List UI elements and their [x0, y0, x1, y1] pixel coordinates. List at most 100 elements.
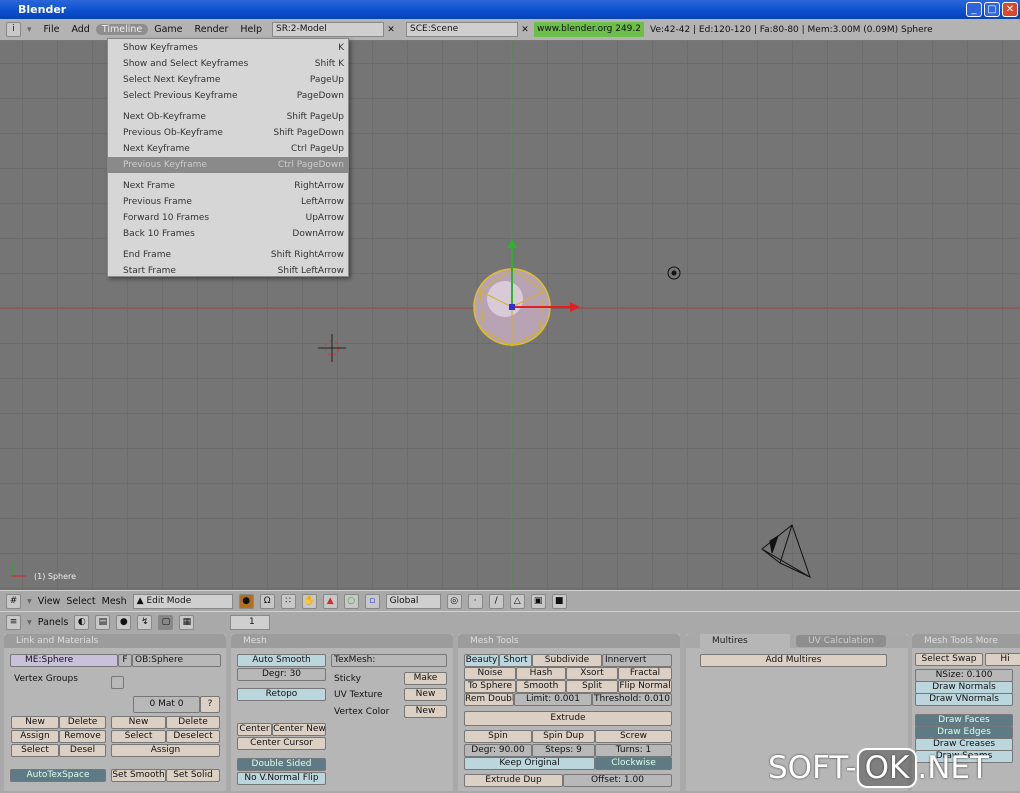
render-icon[interactable]: ■: [551, 593, 567, 609]
panel-title[interactable]: Link and Materials: [4, 634, 226, 648]
spin-button[interactable]: Spin: [464, 730, 532, 743]
keep-original-toggle[interactable]: Keep Original: [464, 757, 595, 770]
rem-doubles-button[interactable]: Rem Doubl: [464, 693, 514, 706]
menu-item[interactable]: End Frame Shift RightArrow: [108, 247, 348, 263]
corner-cut-selector[interactable]: Innervert: [602, 654, 672, 667]
menu-mesh[interactable]: Mesh: [102, 596, 127, 607]
fractal-button[interactable]: Fractal: [618, 667, 672, 680]
vgroup-new-button[interactable]: New: [11, 716, 59, 729]
manipulator-hand-icon[interactable]: ✋: [301, 593, 317, 609]
menu-render[interactable]: Render: [189, 24, 235, 35]
version-link[interactable]: www.blender.org 249.2: [534, 22, 644, 37]
screen-selector[interactable]: SR:2-Model: [272, 22, 385, 37]
mode-selector[interactable]: ▲ Edit Mode: [132, 593, 233, 609]
mesh-datablock-field[interactable]: ME:Sphere: [10, 654, 118, 667]
menu-item[interactable]: Next Frame RightArrow: [108, 178, 348, 194]
menu-item[interactable]: Select Previous Keyframe PageDown: [108, 88, 348, 104]
subdivide-button[interactable]: Subdivide: [532, 654, 602, 667]
object-icon[interactable]: ↯: [137, 614, 153, 630]
editor-type-icon[interactable]: i: [6, 22, 21, 37]
split-button[interactable]: Split: [566, 680, 618, 693]
clockwise-toggle[interactable]: Clockwise: [595, 757, 672, 770]
draw-type-icon[interactable]: ●: [238, 593, 254, 609]
edge-select-icon[interactable]: /: [488, 593, 504, 609]
extrude-button[interactable]: Extrude: [464, 711, 672, 726]
translate-icon[interactable]: ▲: [322, 593, 338, 609]
menu-add[interactable]: Add: [65, 24, 95, 35]
screen-delete-icon[interactable]: ✕: [384, 25, 398, 35]
vertex-select-icon[interactable]: ·: [467, 593, 483, 609]
orientation-selector[interactable]: Global: [385, 593, 441, 609]
tab-uv-calculation[interactable]: UV Calculation: [796, 635, 886, 647]
spin-dup-button[interactable]: Spin Dup: [532, 730, 595, 743]
scene-icon[interactable]: ▦: [179, 614, 195, 630]
editor-type-icon[interactable]: ≡: [6, 614, 21, 630]
face-select-icon[interactable]: △: [509, 593, 525, 609]
object-name-field[interactable]: OB:Sphere: [132, 654, 221, 667]
rotate-icon[interactable]: ○: [343, 593, 359, 609]
vgroup-remove-button[interactable]: Remove: [59, 730, 106, 743]
menu-view[interactable]: View: [38, 596, 61, 607]
vertex-color-new-button[interactable]: New: [404, 705, 447, 718]
set-solid-button[interactable]: Set Solid: [166, 769, 220, 782]
vgroup-delete-button[interactable]: Delete: [59, 716, 106, 729]
screw-button[interactable]: Screw: [595, 730, 672, 743]
menu-item[interactable]: Show and Select Keyframes Shift K: [108, 56, 348, 72]
menu-item[interactable]: Next Keyframe Ctrl PageUp: [108, 141, 348, 157]
draw-vnormals-toggle[interactable]: Draw VNormals: [915, 693, 1013, 706]
vgroup-desel-button[interactable]: Desel: [59, 744, 106, 757]
offset-field[interactable]: Offset: 1.00: [563, 774, 672, 787]
material-help-button[interactable]: ?: [200, 696, 220, 713]
menu-item[interactable]: Previous Keyframe Ctrl PageDown: [108, 157, 348, 173]
center-cursor-button[interactable]: Center Cursor: [237, 737, 326, 750]
sticky-make-button[interactable]: Make: [404, 672, 447, 685]
material-new-button[interactable]: New: [111, 716, 166, 729]
close-button[interactable]: ✕: [1002, 2, 1018, 17]
center-new-button[interactable]: Center New: [272, 723, 326, 736]
vertex-group-menu[interactable]: [111, 676, 124, 689]
proportional-icon[interactable]: ◎: [446, 593, 462, 609]
menu-select[interactable]: Select: [66, 596, 95, 607]
collapse-icon[interactable]: ▾: [27, 617, 32, 628]
menu-help[interactable]: Help: [234, 24, 268, 35]
to-sphere-button[interactable]: To Sphere: [464, 680, 516, 693]
scene-delete-icon[interactable]: ✕: [518, 25, 532, 35]
degr-field[interactable]: Degr: 30: [237, 668, 326, 681]
menu-item[interactable]: Start Frame Shift LeftArrow: [108, 263, 348, 279]
scale-icon[interactable]: ▫: [364, 593, 380, 609]
maximize-button[interactable]: □: [984, 2, 1000, 17]
smooth-button[interactable]: Smooth: [516, 680, 566, 693]
vgroup-assign-button[interactable]: Assign: [11, 730, 59, 743]
vgroup-select-button[interactable]: Select: [11, 744, 59, 757]
menu-timeline[interactable]: Timeline: [95, 24, 149, 35]
panel-title[interactable]: Mesh: [231, 634, 453, 648]
material-delete-button[interactable]: Delete: [166, 716, 220, 729]
menu-game[interactable]: Game: [148, 24, 188, 35]
editing-icon[interactable]: ▢: [158, 614, 174, 630]
extrude-dup-button[interactable]: Extrude Dup: [464, 774, 563, 787]
pivot-icon[interactable]: Ω: [259, 593, 275, 609]
tab-multires[interactable]: Multires: [700, 634, 790, 648]
threshold-field[interactable]: Threshold: 0.010: [592, 693, 672, 706]
menu-item[interactable]: Previous Frame LeftArrow: [108, 194, 348, 210]
texmesh-field[interactable]: TexMesh:: [331, 654, 447, 667]
center-button[interactable]: Center: [237, 723, 272, 736]
add-multires-button[interactable]: Add Multires: [700, 654, 887, 667]
material-assign-button[interactable]: Assign: [111, 744, 220, 757]
limit-field[interactable]: Limit: 0.001: [514, 693, 592, 706]
script-icon[interactable]: ▤: [95, 614, 111, 630]
material-select-button[interactable]: Select: [111, 730, 166, 743]
beauty-toggle[interactable]: Beauty: [464, 654, 499, 667]
no-vnormal-flip-toggle[interactable]: No V.Normal Flip: [237, 772, 326, 785]
turns-field[interactable]: Turns: 1: [595, 744, 672, 757]
retopo-toggle[interactable]: Retopo: [237, 688, 326, 701]
spin-degr-field[interactable]: Degr: 90.00: [464, 744, 532, 757]
menu-item[interactable]: Show Keyframes K: [108, 40, 348, 56]
flip-normal-button[interactable]: Flip Normal: [618, 680, 672, 693]
menu-item[interactable]: Next Ob-Keyframe Shift PageUp: [108, 109, 348, 125]
logic-icon[interactable]: ◐: [74, 614, 90, 630]
steps-field[interactable]: Steps: 9: [532, 744, 595, 757]
material-deselect-button[interactable]: Deselect: [166, 730, 220, 743]
minimize-button[interactable]: _: [966, 2, 982, 17]
hash-button[interactable]: Hash: [516, 667, 566, 680]
